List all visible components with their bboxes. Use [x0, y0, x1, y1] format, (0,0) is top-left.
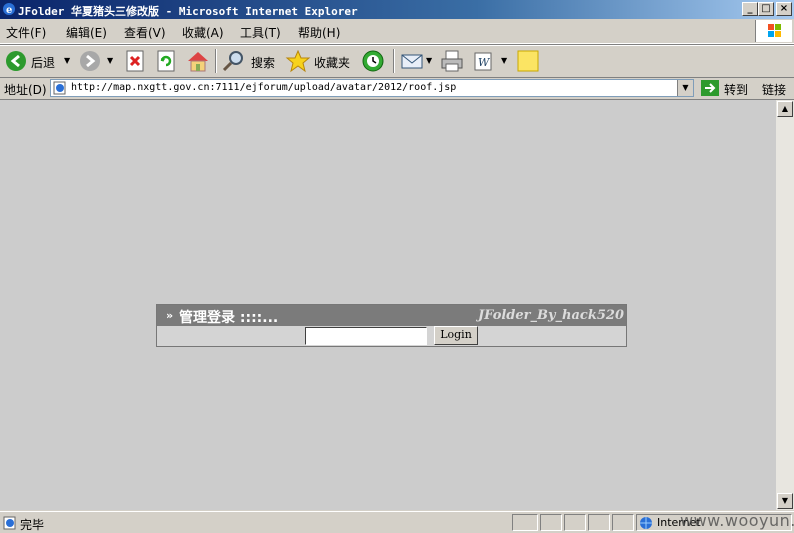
- menu-bar: 文件(F) 编辑(E) 查看(V) 收藏(A) 工具(T) 帮助(H): [0, 19, 794, 44]
- status-cell: [564, 514, 586, 531]
- back-dropdown-icon[interactable]: ▼: [64, 56, 70, 65]
- status-text: 完毕: [20, 518, 45, 532]
- password-input[interactable]: [305, 327, 427, 345]
- edit-word-icon[interactable]: W: [472, 49, 496, 73]
- back-icon[interactable]: [4, 49, 28, 73]
- status-cell: [588, 514, 610, 531]
- status-cell: [512, 514, 538, 531]
- favorites-star-icon[interactable]: [285, 49, 311, 73]
- windows-logo-icon: [755, 20, 792, 42]
- print-icon[interactable]: [440, 49, 464, 73]
- menu-favorites[interactable]: 收藏(A): [182, 24, 224, 41]
- window-titlebar: e JFolder 华夏猪头三修改版 - Microsoft Internet …: [0, 0, 794, 19]
- login-button[interactable]: Login: [434, 326, 478, 345]
- scroll-up-icon[interactable]: ▲: [777, 101, 793, 117]
- links-button[interactable]: 链接: [762, 81, 786, 98]
- admin-login-panel: » 管理登录 ::::... JFolder_By_hack520 Login: [156, 304, 627, 347]
- panel-credit: JFolder_By_hack520: [478, 308, 624, 323]
- toolbar: 后退 ▼ ▼ 搜索 收藏夹 ▼ W ▼: [0, 44, 794, 78]
- svg-text:W: W: [478, 56, 491, 69]
- internet-globe-icon: [640, 517, 652, 529]
- refresh-icon[interactable]: [155, 49, 177, 73]
- svg-text:e: e: [6, 5, 12, 16]
- address-label: 地址(D): [4, 83, 47, 97]
- window-title: JFolder 华夏猪头三修改版 - Microsoft Internet Ex…: [18, 5, 358, 18]
- double-arrow-icon: »: [166, 309, 174, 322]
- address-url[interactable]: http://map.nxgtt.gov.cn:7111/ejforum/upl…: [71, 82, 456, 93]
- status-cell: [612, 514, 634, 531]
- watermark: www.wooyun.org: [680, 511, 794, 530]
- menu-help[interactable]: 帮助(H): [298, 24, 340, 41]
- status-bar: 完毕 Internet: [0, 511, 794, 533]
- favorites-button-label[interactable]: 收藏夹: [314, 54, 350, 71]
- address-input[interactable]: http://map.nxgtt.gov.cn:7111/ejforum/upl…: [50, 79, 694, 97]
- address-dropdown-icon[interactable]: ▼: [677, 80, 693, 96]
- menu-file[interactable]: 文件(F): [6, 24, 46, 41]
- mail-dropdown-icon[interactable]: ▼: [426, 56, 432, 65]
- menu-edit[interactable]: 编辑(E): [66, 24, 107, 41]
- ie-icon: e: [3, 3, 15, 16]
- menu-tools[interactable]: 工具(T): [240, 24, 281, 41]
- panel-title: 管理登录 ::::...: [179, 310, 279, 326]
- close-button[interactable]: ×: [776, 2, 792, 16]
- forward-dropdown-icon[interactable]: ▼: [107, 56, 113, 65]
- scroll-down-icon[interactable]: ▼: [777, 493, 793, 509]
- mail-icon[interactable]: [400, 49, 424, 73]
- go-button-label[interactable]: 转到: [724, 81, 748, 98]
- panel-header: » 管理登录 ::::... JFolder_By_hack520: [157, 305, 626, 326]
- menu-view[interactable]: 查看(V): [124, 24, 166, 41]
- search-icon[interactable]: [221, 49, 247, 73]
- vertical-scrollbar[interactable]: ▲ ▼: [776, 100, 794, 510]
- stop-icon[interactable]: [124, 49, 146, 73]
- minimize-button[interactable]: _: [742, 2, 758, 16]
- messenger-note-icon[interactable]: [516, 49, 540, 73]
- address-bar: 地址(D) http://map.nxgtt.gov.cn:7111/ejfor…: [0, 77, 794, 100]
- maximize-button[interactable]: □: [758, 2, 774, 16]
- page-icon: [53, 81, 66, 95]
- back-button-label[interactable]: 后退: [31, 54, 55, 71]
- forward-icon[interactable]: [78, 49, 102, 73]
- page-done-icon: [3, 516, 16, 530]
- edit-dropdown-icon[interactable]: ▼: [501, 56, 507, 65]
- search-button-label[interactable]: 搜索: [251, 54, 275, 71]
- history-icon[interactable]: [361, 49, 385, 73]
- go-arrow-icon[interactable]: [700, 79, 720, 97]
- home-icon[interactable]: [186, 49, 210, 73]
- status-cell: [540, 514, 562, 531]
